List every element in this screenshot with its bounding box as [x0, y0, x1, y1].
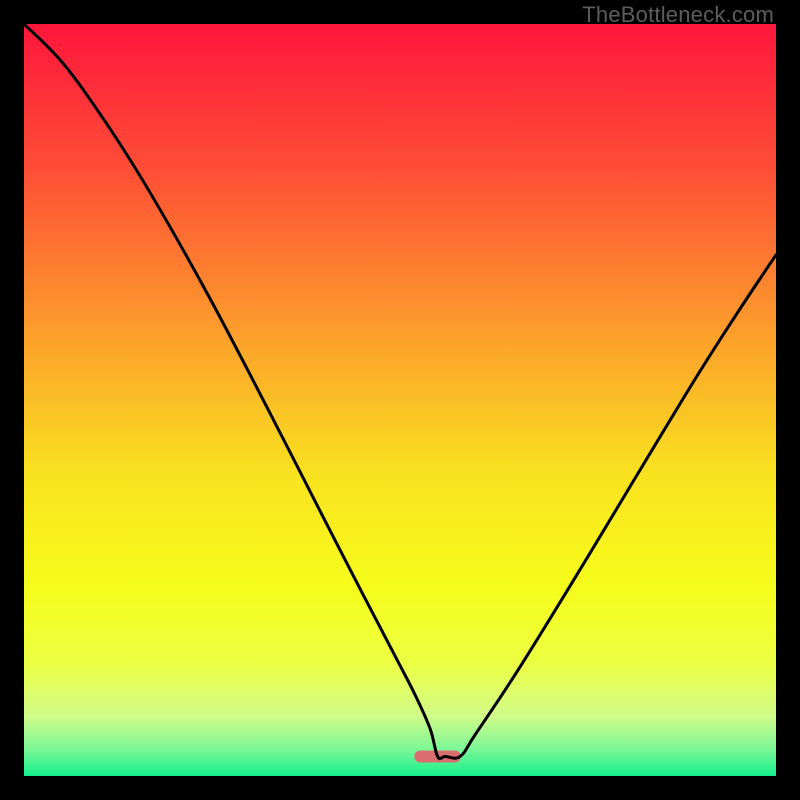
chart-frame [24, 24, 776, 776]
bottleneck-chart [24, 24, 776, 776]
